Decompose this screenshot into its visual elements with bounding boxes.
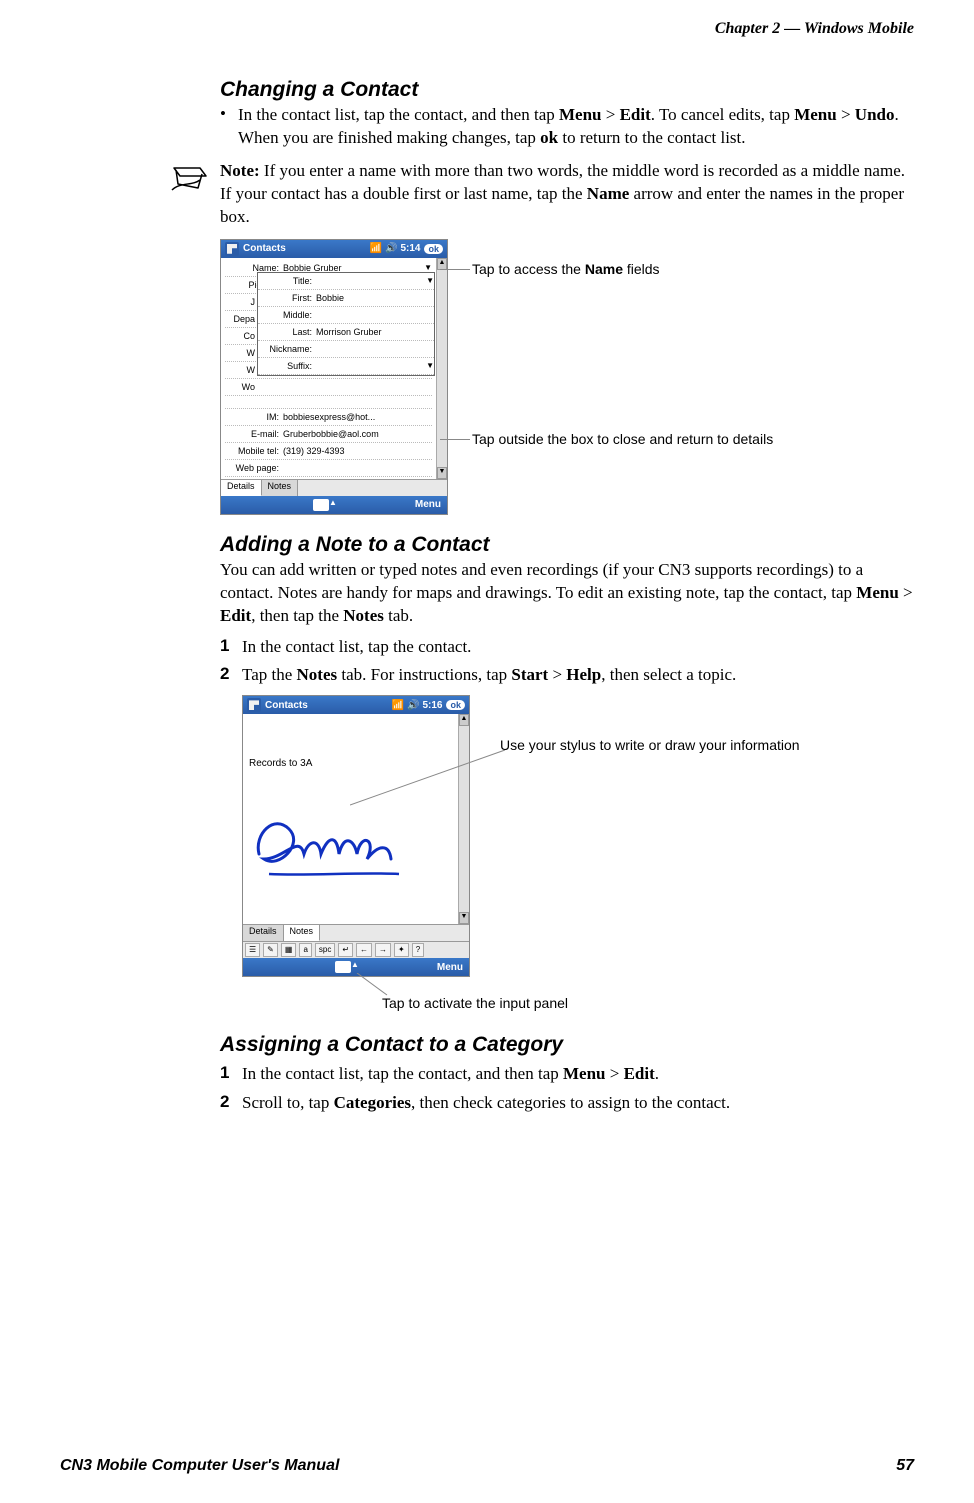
wm2-title: Contacts (265, 700, 308, 711)
section-adding-note: Adding a Note to a Contact (220, 533, 914, 557)
sip-icon[interactable] (335, 961, 351, 973)
sip-icon[interactable] (313, 499, 329, 511)
page-number: 57 (896, 1457, 914, 1475)
page-header: Chapter 2 — Windows Mobile (60, 20, 914, 38)
tab-notes[interactable]: Notes (262, 480, 299, 496)
start-icon[interactable] (225, 242, 239, 256)
changing-contact-bullet: • In the contact list, tap the contact, … (220, 104, 914, 150)
chevron-down-icon[interactable]: ▼ (426, 276, 434, 285)
left-arrow-icon[interactable]: ← (356, 943, 372, 957)
right-arrow-icon[interactable]: → (375, 943, 391, 957)
typed-text: Records to 3A (249, 758, 312, 769)
start-icon[interactable] (247, 698, 261, 712)
pen-icon[interactable]: ✎ (263, 943, 278, 957)
section-assigning-category: Assigning a Contact to a Category (220, 1033, 914, 1057)
step-2: Tap the Notes tab. For instructions, tap… (242, 664, 914, 687)
contacts-notes-screenshot: Contacts 📶 🔊 5:16 ok Records to 3A (242, 695, 470, 977)
step-1: In the contact list, tap the contact. (242, 636, 914, 659)
callout-input-panel: Tap to activate the input panel (242, 995, 782, 1011)
enter-icon[interactable]: ↵ (338, 943, 353, 957)
tool-icon[interactable]: ✦ (394, 943, 409, 957)
note-text: Note: If you enter a name with more than… (220, 160, 914, 229)
first-field[interactable]: Bobbie (316, 293, 434, 303)
tab-notes[interactable]: Notes (284, 925, 321, 941)
note-icon (170, 160, 210, 229)
adding-note-paragraph: You can add written or typed notes and e… (220, 559, 914, 628)
contacts-edit-screenshot: Contacts 📶 🔊 5:14 ok Name:Bobbie Gruber▼… (220, 239, 448, 515)
menu-softkey[interactable]: Menu (415, 499, 441, 510)
email-field[interactable]: Gruberbobbie@aol.com (283, 429, 432, 439)
grid-icon[interactable]: ▦ (281, 943, 297, 957)
tab-details[interactable]: Details (221, 480, 262, 496)
list-icon[interactable]: ☰ (245, 943, 260, 957)
callout-close-box: Tap outside the box to close and return … (472, 431, 773, 447)
ok-button[interactable]: ok (424, 244, 443, 254)
help-icon[interactable]: ? (412, 943, 424, 957)
name-dropdown: Title:▼ First:Bobbie Middle: Last:Morris… (257, 272, 435, 376)
wm1-time: 5:14 (400, 243, 420, 254)
volume-icon: 🔊 (385, 243, 397, 254)
scrollbar[interactable]: ▲ ▼ (436, 258, 447, 479)
wm2-time: 5:16 (422, 700, 442, 711)
a-icon[interactable]: a (299, 943, 311, 957)
callout-stylus: Use your stylus to write or draw your in… (500, 737, 800, 753)
wm1-title: Contacts (243, 243, 286, 254)
volume-icon: 🔊 (407, 700, 419, 711)
menu-softkey[interactable]: Menu (437, 962, 463, 973)
callout-name-fields: Tap to access the Name fields (472, 261, 660, 277)
spc-key[interactable]: spc (315, 943, 335, 957)
cat-step-2: Scroll to, tap Categories, then check ca… (242, 1092, 914, 1115)
mobile-field[interactable]: (319) 329-4393 (283, 446, 432, 456)
im-field[interactable]: bobbiesexpress@hot... (283, 412, 432, 422)
ok-button[interactable]: ok (446, 700, 465, 710)
chevron-down-icon[interactable]: ▼ (426, 361, 434, 370)
section-changing-contact: Changing a Contact (220, 78, 914, 102)
footer-title: CN3 Mobile Computer User's Manual (60, 1457, 339, 1475)
signal-icon: 📶 (392, 700, 404, 711)
input-toolbar[interactable]: ☰ ✎ ▦ a spc ↵ ← → ✦ ? (243, 941, 469, 958)
last-field[interactable]: Morrison Gruber (316, 327, 434, 337)
cat-step-1: In the contact list, tap the contact, an… (242, 1063, 914, 1086)
signal-icon: 📶 (370, 243, 382, 254)
tab-details[interactable]: Details (243, 925, 284, 941)
